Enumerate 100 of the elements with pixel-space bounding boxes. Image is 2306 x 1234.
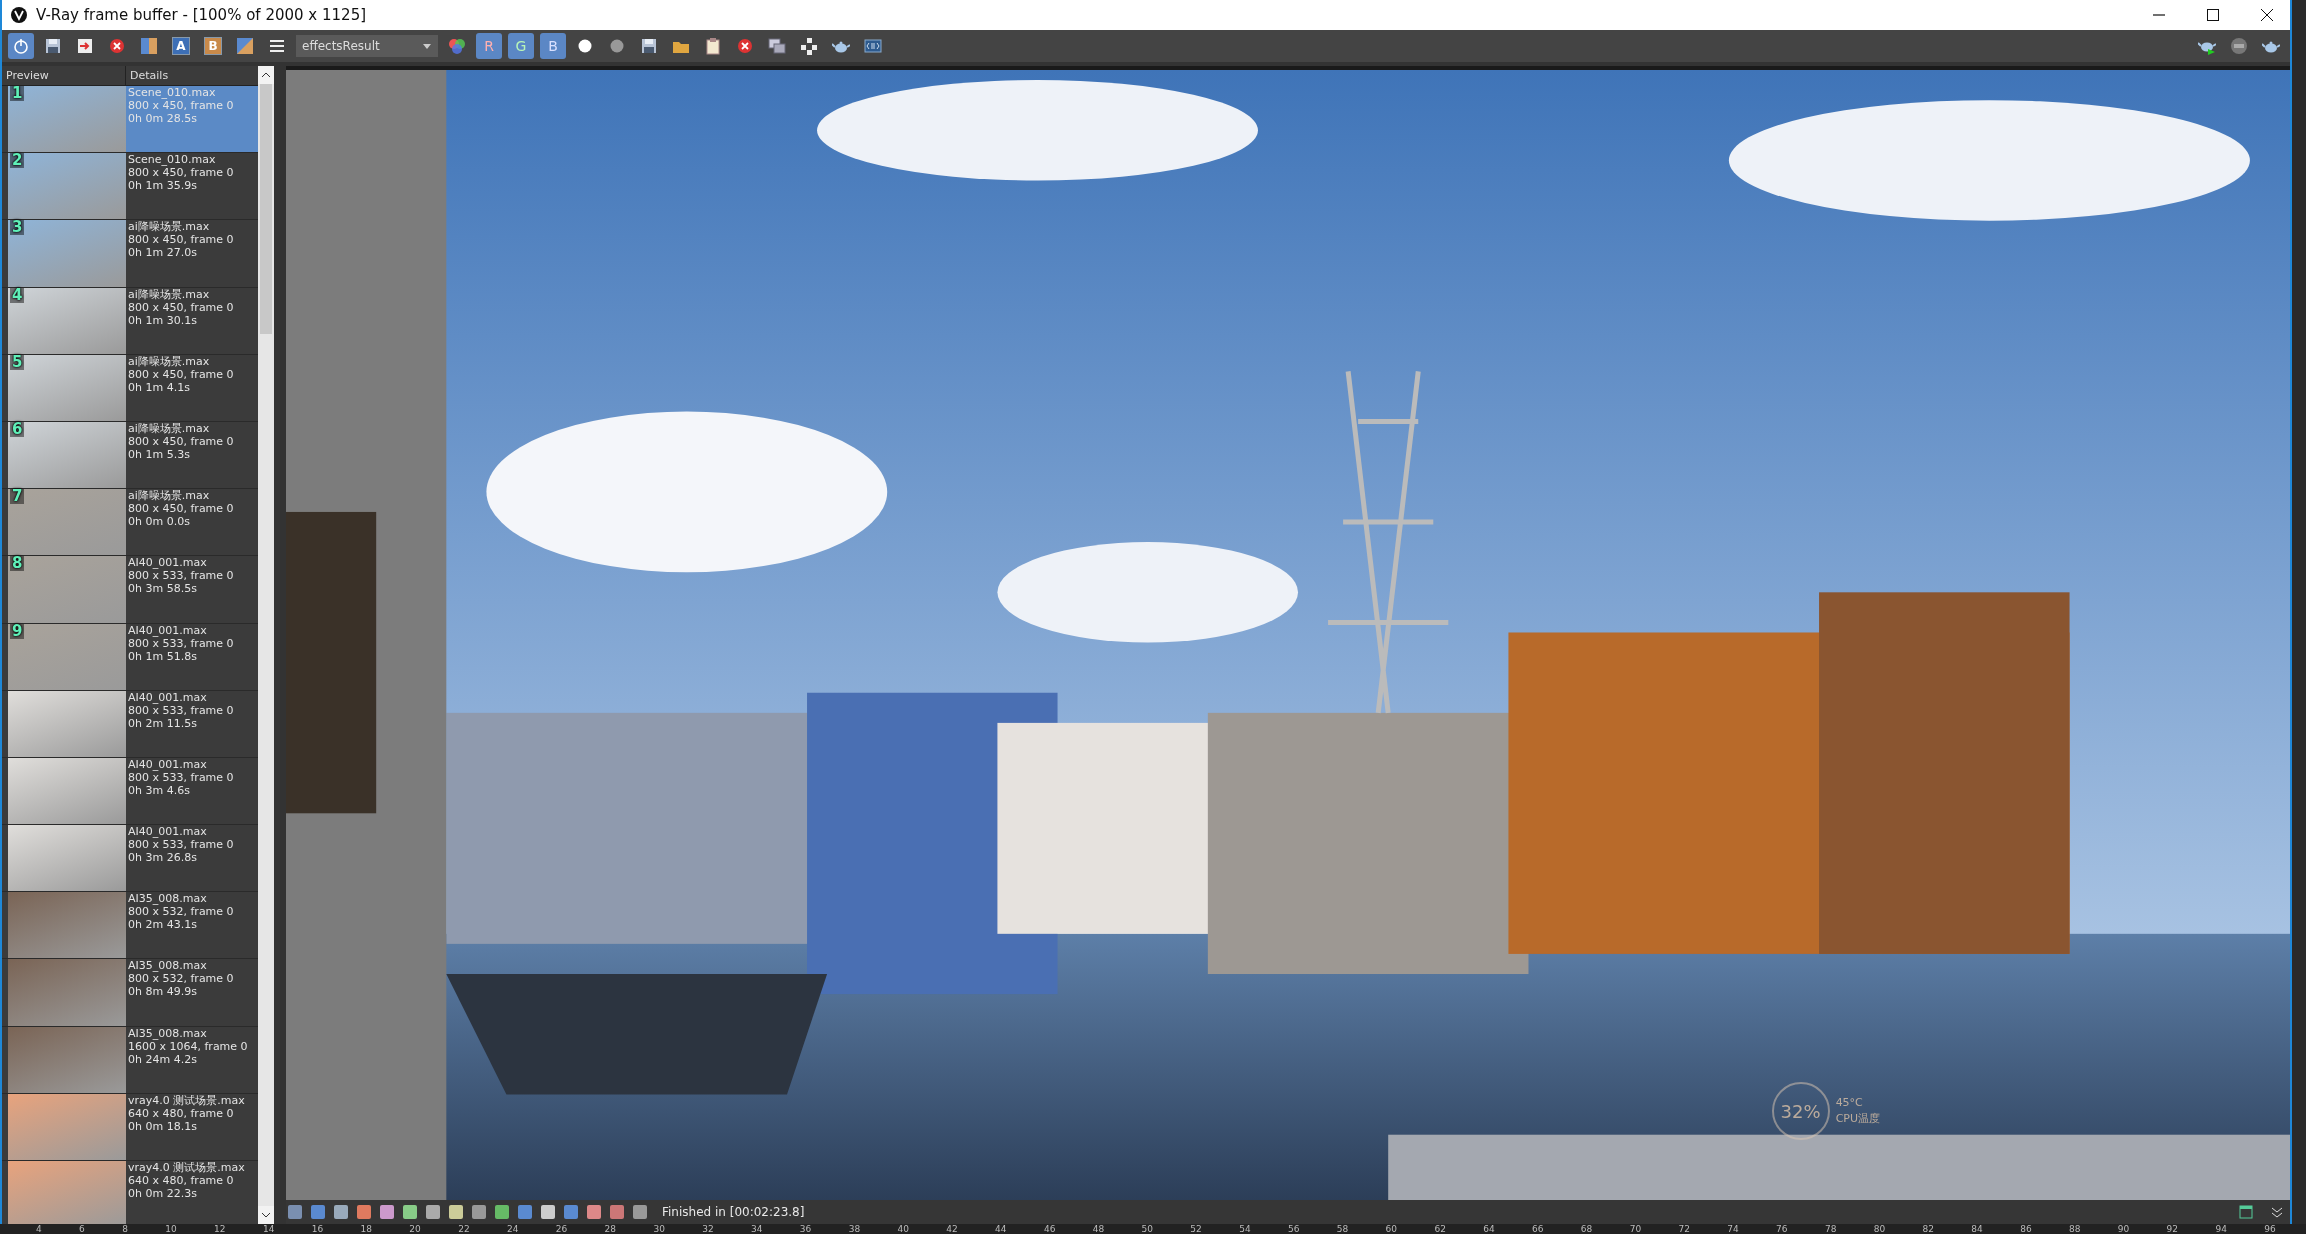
file-name: AI35_008.max — [128, 959, 208, 973]
timeline-tick-label: 68 — [1580, 1224, 1593, 1234]
tool-icon — [632, 1204, 648, 1220]
render-size: 800 x 532, frame 0 — [128, 972, 235, 986]
file-name: ai降噪场景.max — [128, 421, 211, 435]
status-tool-button[interactable] — [493, 1203, 511, 1221]
menu-icon — [268, 37, 286, 55]
status-tool-button[interactable] — [516, 1203, 534, 1221]
history-row[interactable]: AI35_008.max 800 x 532, frame 0 0h 8m 49.9s — [2, 959, 258, 1027]
render-size: 800 x 450, frame 0 — [128, 166, 235, 180]
timeline-tick-label: 28 — [604, 1224, 617, 1234]
tool-icon — [425, 1204, 441, 1220]
file-name: ai降噪场景.max — [128, 354, 211, 368]
history-row[interactable]: vray4.0 测试场景.max 640 x 480, frame 0 0h 0m 22.3s — [2, 1161, 258, 1224]
timeline-tick-label: 18 — [360, 1224, 372, 1234]
clear-icon — [108, 37, 126, 55]
file-name: AI35_008.max — [128, 1026, 208, 1040]
render-time: 0h 0m 28.5s — [128, 112, 198, 125]
render-size: 640 x 480, frame 0 — [128, 1174, 235, 1187]
status-tool-button[interactable] — [309, 1203, 327, 1221]
history-row[interactable]: vray4.0 测试场景.max 640 x 480, frame 0 0h 0m 18.1s — [2, 1093, 258, 1161]
status-tool-button[interactable] — [562, 1203, 580, 1221]
column-header: Preview — [2, 66, 126, 85]
status-tool-button[interactable] — [355, 1203, 373, 1221]
render-time: 0h 1m 4.1s — [128, 380, 191, 394]
timeline-tick-label: 70 — [1629, 1224, 1642, 1234]
history-row[interactable]: AI35_008.max 1600 x 1064, frame 0 0h 24m 4.2s — [2, 1026, 258, 1094]
history-row[interactable]: 6 ai降噪场景.max 800 x 450, frame 0 0h 1m 5.3s — [2, 421, 258, 490]
render-size: 800 x 450, frame 0 — [128, 367, 235, 381]
history-row[interactable]: 4 ai降噪场景.max 800 x 450, frame 0 0h 1m 30.1s — [2, 287, 258, 355]
timeline-tick-label: 56 — [1287, 1224, 1300, 1234]
history-row[interactable]: 3 ai降噪场景.max 800 x 450, frame 0 0h 1m 27.0s — [2, 220, 258, 288]
clipboard-icon — [704, 37, 722, 55]
status-tool-button[interactable] — [401, 1203, 419, 1221]
history-row[interactable]: 7 ai降噪场景.max 800 x 450, frame 0 0h 0m 0.0s — [2, 489, 258, 557]
history-row[interactable]: 8 AI40_001.max 800 x 533, frame 0 0h 3m 58.5s — [2, 556, 258, 624]
timeline-tick-label: 22 — [458, 1224, 470, 1234]
scroll-down-button[interactable] — [258, 1206, 274, 1224]
timeline-tick-label: 54 — [1239, 1224, 1251, 1234]
window-title: V-Ray frame buffer - [100% of 2000 x 1125] — [36, 4, 368, 26]
timeline-tick-label: 60 — [1385, 1224, 1398, 1234]
history-row[interactable]: 2 Scene_010.max 800 x 450, frame 0 0h 1m 35.9s — [2, 153, 258, 221]
history-row[interactable]: AI40_001.max 800 x 533, frame 0 0h 3m 4.6s — [2, 757, 258, 826]
status-tool-button[interactable] — [608, 1203, 626, 1221]
status-tool-button[interactable] — [378, 1203, 396, 1221]
letter-button[interactable]: A — [168, 33, 194, 59]
timeline-tick-label: 76 — [1776, 1224, 1788, 1234]
power-button[interactable] — [8, 33, 34, 59]
history-row[interactable]: AI35_008.max 800 x 532, frame 0 0h 2m 43.1s — [2, 892, 258, 960]
circle-icon — [576, 37, 594, 55]
power-icon — [12, 37, 30, 55]
history-row[interactable]: 5 ai降噪场景.max 800 x 450, frame 0 0h 1m 4.1s — [2, 354, 258, 422]
render-size: 1600 x 1064, frame 0 — [128, 1039, 249, 1053]
timeline-tick-label: 84 — [1971, 1224, 1983, 1234]
render-size: 800 x 450, frame 0 — [128, 434, 235, 448]
render-size: 800 x 533, frame 0 — [128, 770, 235, 784]
file-name: AI40_001.max — [128, 556, 208, 570]
logo-icon — [10, 6, 28, 24]
file-name: Scene_010.max — [128, 153, 217, 167]
status-tool-button[interactable] — [539, 1203, 557, 1221]
timeline-tick-label: 10 — [165, 1224, 177, 1234]
close-icon — [2258, 6, 2276, 24]
history-row[interactable]: AI40_001.max 800 x 533, frame 0 0h 3m 26.8s — [2, 825, 258, 893]
tool-icon — [563, 1204, 579, 1220]
timeline-tick-label: 46 — [1043, 1224, 1056, 1234]
history-row[interactable]: AI40_001.max 800 x 533, frame 0 0h 2m 11.5s — [2, 690, 258, 758]
save-icon — [640, 37, 658, 55]
tool-icon — [287, 1204, 303, 1220]
timeline-tick-label: 12 — [214, 1224, 226, 1234]
timeline-tick-label: 82 — [1922, 1224, 1934, 1234]
status-tool-button[interactable] — [332, 1203, 350, 1221]
maximize-icon — [2204, 6, 2222, 24]
timeline-tick-label: 72 — [1678, 1224, 1690, 1234]
timeline-tick-label: 94 — [2215, 1224, 2227, 1234]
timeline-tick-label: 52 — [1190, 1224, 1202, 1234]
timeline-tick-label: 32 — [702, 1224, 714, 1234]
render-time: 0h 1m 35.9s — [128, 179, 198, 193]
timeline-tick-label: 58 — [1336, 1224, 1349, 1234]
timeline-tick-label: 66 — [1532, 1224, 1544, 1234]
tool-icon — [586, 1204, 602, 1220]
status-tool-button[interactable] — [286, 1203, 304, 1221]
timeline-tick-label: 50 — [1141, 1224, 1153, 1234]
status-tool-button[interactable] — [470, 1203, 488, 1221]
caret-icon — [422, 42, 432, 50]
render-size: 800 x 533, frame 0 — [128, 838, 235, 852]
render-time: 0h 2m 43.1s — [128, 918, 198, 932]
history-row[interactable]: 9 AI40_001.max 800 x 533, frame 0 0h 1m 51.8s — [2, 623, 258, 691]
scroll-up-button[interactable] — [258, 66, 274, 84]
status-tool-button[interactable] — [447, 1203, 465, 1221]
scrollbar-thumb[interactable] — [260, 84, 272, 334]
tool-icon — [517, 1204, 533, 1220]
file-name: ai降噪场景.max — [128, 220, 211, 234]
chevron-up-icon — [261, 71, 271, 79]
status-tool-button[interactable] — [424, 1203, 442, 1221]
status-tool-button[interactable] — [631, 1203, 649, 1221]
channel-dropdown[interactable]: effectsResult — [296, 35, 438, 57]
save-icon — [44, 37, 62, 55]
status-tool-button[interactable] — [585, 1203, 603, 1221]
tool-icon — [540, 1204, 556, 1220]
overlapping-circles-icon — [448, 37, 466, 55]
